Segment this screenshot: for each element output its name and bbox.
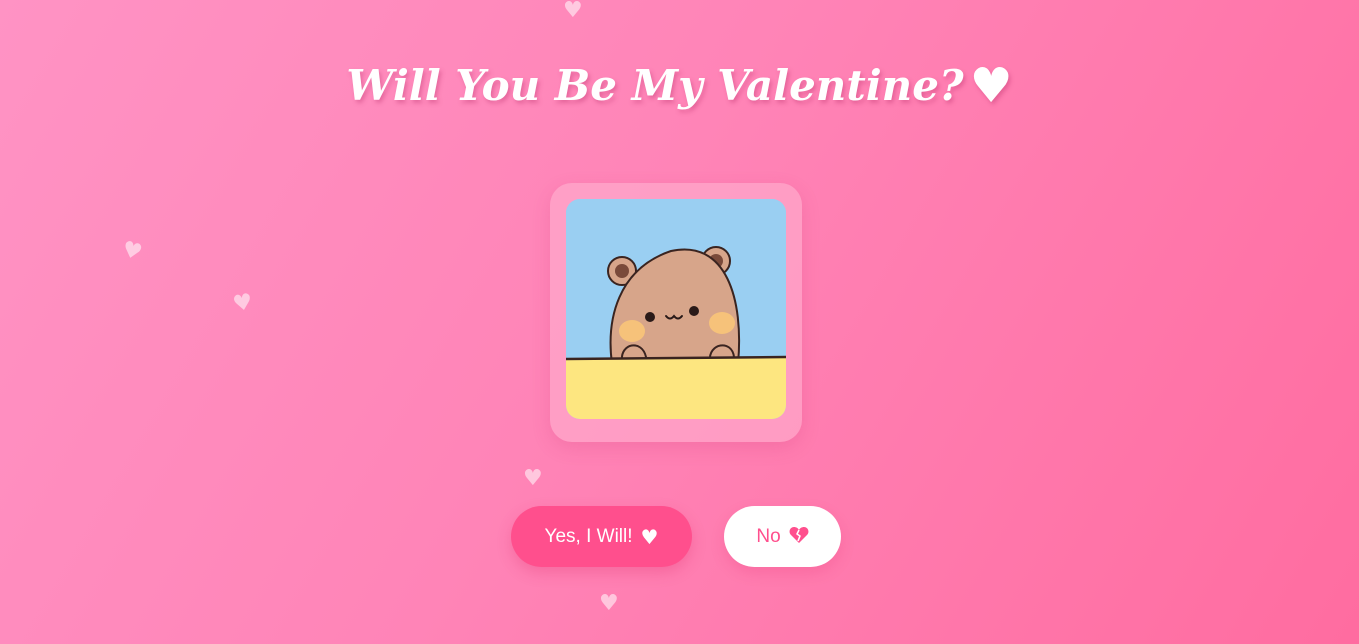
floating-heart-icon: ♥	[119, 236, 145, 267]
heart-icon: ♥	[640, 524, 659, 549]
floating-heart-icon: ♥	[599, 591, 619, 616]
page-title: Will You Be My Valentine? ♥	[0, 58, 1359, 114]
no-button[interactable]: No	[724, 506, 841, 567]
yes-button[interactable]: Yes, I Will! ♥	[511, 506, 692, 567]
floating-heart-icon: ♥	[563, 0, 583, 23]
floating-heart-icon: ♥	[523, 466, 543, 491]
heart-icon: ♥	[969, 58, 1013, 114]
no-button-label: No	[756, 525, 781, 547]
photo-frame	[550, 183, 802, 442]
floating-heart-icon: ♥	[230, 289, 255, 318]
page-title-text: Will You Be My Valentine?	[346, 61, 964, 110]
bear-illustration	[566, 199, 786, 419]
bear-image	[566, 199, 786, 419]
broken-heart-icon	[789, 526, 809, 547]
yes-button-label: Yes, I Will!	[544, 525, 633, 547]
